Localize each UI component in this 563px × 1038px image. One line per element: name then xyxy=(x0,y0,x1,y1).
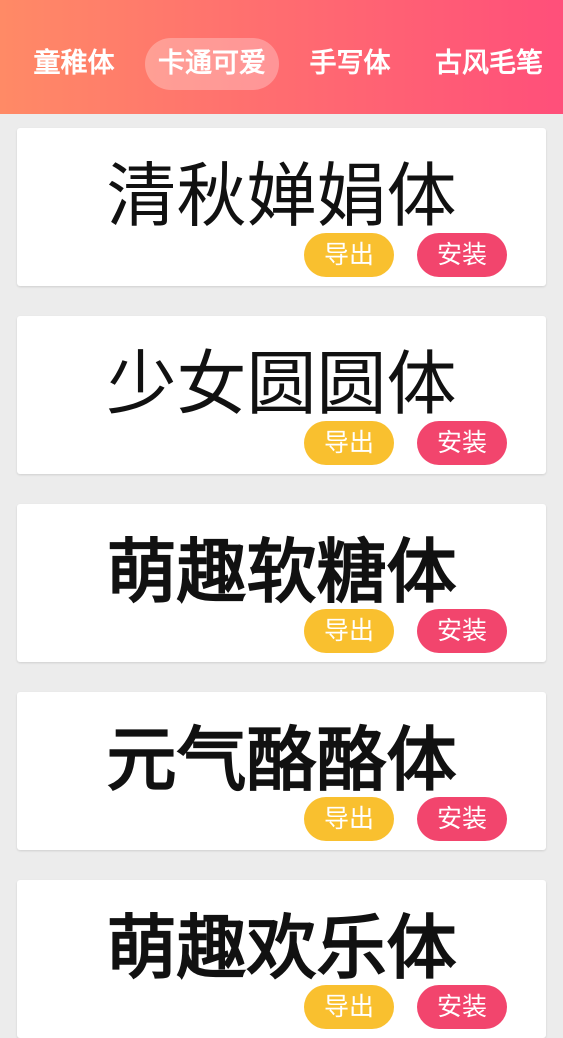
install-button[interactable]: 安装 xyxy=(417,421,507,465)
install-button[interactable]: 安装 xyxy=(417,609,507,653)
tab-tongzhi[interactable]: 童稚体 xyxy=(20,38,128,90)
font-preview: 萌趣欢乐体 xyxy=(106,907,457,989)
font-preview: 萌趣软糖体 xyxy=(106,531,457,613)
tab-handwriting[interactable]: 手写体 xyxy=(296,38,404,90)
export-button[interactable]: 导出 xyxy=(304,233,394,277)
export-button[interactable]: 导出 xyxy=(304,797,394,841)
export-button[interactable]: 导出 xyxy=(304,609,394,653)
install-button[interactable]: 安装 xyxy=(417,233,507,277)
font-preview: 少女圆圆体 xyxy=(106,343,457,425)
install-button[interactable]: 安装 xyxy=(417,985,507,1029)
font-card[interactable]: 少女圆圆体 导出 安装 xyxy=(17,316,546,474)
tab-cartoon-cute[interactable]: 卡通可爱 xyxy=(145,38,279,90)
font-preview: 清秋婵娟体 xyxy=(106,155,457,237)
tab-ancient-brush[interactable]: 古风毛笔 xyxy=(422,38,556,90)
export-button[interactable]: 导出 xyxy=(304,421,394,465)
install-button[interactable]: 安装 xyxy=(417,797,507,841)
font-card[interactable]: 清秋婵娟体 导出 安装 xyxy=(17,128,546,286)
category-header: 童稚体 卡通可爱 手写体 古风毛笔 xyxy=(0,0,563,114)
font-preview: 元气酪酪体 xyxy=(106,719,457,801)
export-button[interactable]: 导出 xyxy=(304,985,394,1029)
font-card[interactable]: 萌趣软糖体 导出 安装 xyxy=(17,504,546,662)
category-tabs: 童稚体 卡通可爱 手写体 古风毛笔 xyxy=(0,38,563,90)
font-card[interactable]: 萌趣欢乐体 导出 安装 xyxy=(17,880,546,1038)
font-card[interactable]: 元气酪酪体 导出 安装 xyxy=(17,692,546,850)
